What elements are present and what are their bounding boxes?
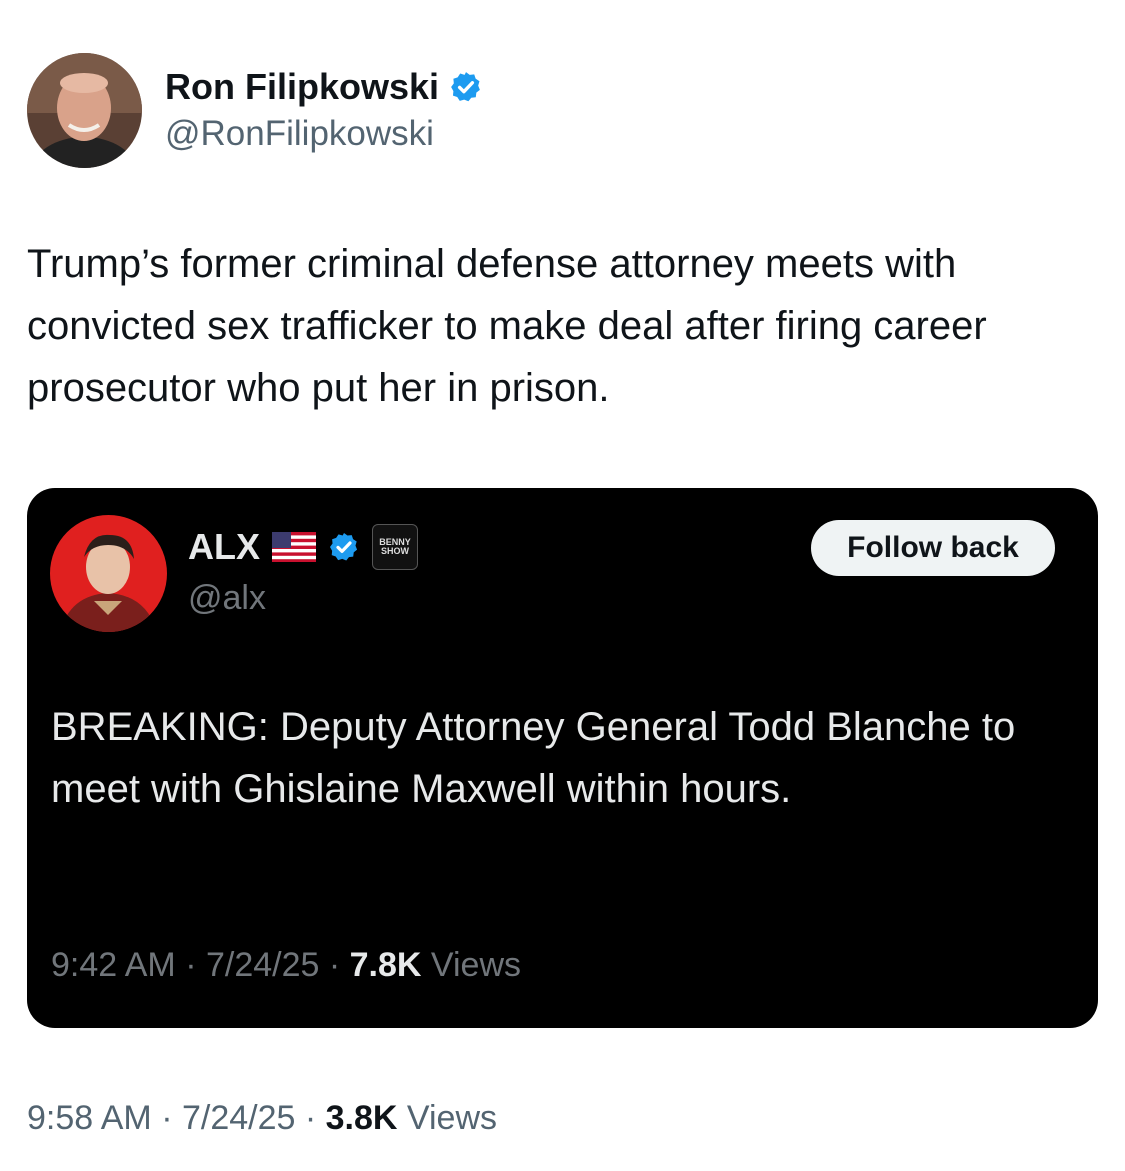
quoted-time[interactable]: 9:42 AM [51,946,176,984]
quoted-author-handle[interactable]: @alx [188,576,418,620]
tweet-views-label: Views [406,1099,498,1137]
quoted-author-block: ALX BENNY SHOW @alx [188,524,418,620]
tweet-meta: 9:58 AM · 7/24/25 · 3.8K Views [27,1096,497,1140]
us-flag-icon [272,532,316,562]
author-block: Ron Filipkowski @RonFilipkowski [165,64,483,156]
separator: · [319,946,350,984]
quoted-date[interactable]: 7/24/25 [206,946,319,984]
tweet-text: Trump’s former criminal defense attorney… [27,242,987,410]
tweet-views-count: 3.8K [325,1099,398,1137]
verified-badge-icon[interactable] [449,70,483,104]
author-avatar-image [27,53,142,168]
quoted-tweet-text: BREAKING: Deputy Attorney General Todd B… [51,705,1016,811]
quoted-author-avatar[interactable] [50,515,167,632]
separator: · [175,946,206,984]
tweet-time[interactable]: 9:58 AM [27,1099,152,1137]
quoted-views-label: Views [430,946,522,984]
author-avatar[interactable] [27,53,142,168]
quoted-author-name[interactable]: ALX [188,525,260,569]
tweet-date[interactable]: 7/24/25 [182,1099,295,1137]
quoted-views-count: 7.8K [349,946,422,984]
author-name[interactable]: Ron Filipkowski [165,64,439,110]
quoted-tweet-card[interactable]: ALX BENNY SHOW @alx Follow back BREAKING… [27,488,1098,1028]
author-handle[interactable]: @RonFilipkowski [165,112,483,156]
affiliate-badge[interactable]: BENNY SHOW [372,524,418,570]
quoted-avatar-image [50,515,167,632]
separator: · [295,1099,326,1137]
separator: · [151,1099,182,1137]
quoted-verified-badge-icon[interactable] [328,531,360,563]
quoted-tweet-meta: 9:42 AM · 7/24/25 · 7.8K Views [51,943,521,987]
follow-back-button[interactable]: Follow back [811,520,1055,576]
